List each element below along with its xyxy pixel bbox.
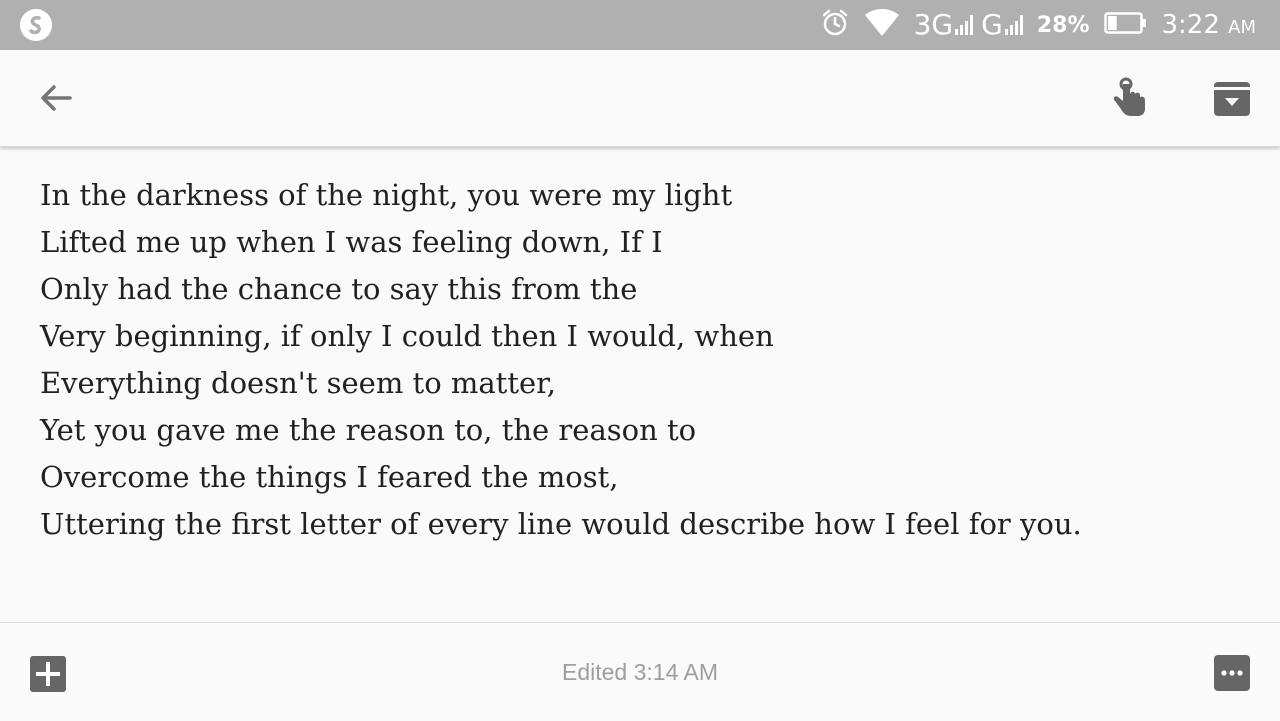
- note-line: Everything doesn't seem to matter,: [40, 366, 557, 400]
- note-line: In the darkness of the night, you were m…: [40, 178, 733, 212]
- signal-bars-icon: 3G G: [914, 11, 1023, 39]
- battery-percent: 28%: [1036, 12, 1090, 38]
- more-options-icon: [1221, 670, 1243, 676]
- pin-button[interactable]: [1102, 74, 1150, 122]
- note-line: Uttering the first letter of every line …: [40, 507, 1082, 541]
- bottom-bar: Edited 3:14 AM: [0, 622, 1280, 721]
- note-line: Overcome the things I feared the most,: [40, 460, 619, 494]
- note-line: Yet you gave me the reason to, the reaso…: [40, 413, 697, 447]
- clock-time: 3:22: [1161, 10, 1220, 40]
- battery-icon: [1103, 11, 1148, 39]
- pin-icon: [1113, 77, 1145, 116]
- note-line: Lifted me up when I was feeling down, If…: [40, 225, 663, 259]
- network-type-primary: 3G: [913, 8, 954, 41]
- clock-suffix: AM: [1228, 17, 1256, 38]
- status-indicators: 3G G 28% 3:22 AM: [820, 0, 1256, 50]
- archive-button[interactable]: [1208, 74, 1256, 122]
- edited-timestamp: Edited 3:14 AM: [562, 659, 718, 685]
- note-line: Only had the chance to say this from the: [40, 272, 638, 306]
- note-line: Very beginning, if only I could then I w…: [40, 319, 774, 353]
- wifi-icon: [864, 9, 900, 41]
- note-toolbar: [0, 50, 1280, 147]
- more-options-button[interactable]: [1214, 655, 1250, 691]
- note-body-text[interactable]: In the darkness of the night, you were m…: [40, 172, 1240, 548]
- app-notification-icon: [20, 9, 52, 41]
- network-type-secondary: G: [981, 8, 1003, 41]
- alarm-icon: [820, 8, 850, 42]
- clock: 3:22 AM: [1162, 10, 1257, 40]
- status-bar: 3G G 28% 3:22 AM: [0, 0, 1280, 50]
- archive-icon: [1214, 82, 1250, 116]
- back-arrow-icon: [41, 85, 72, 111]
- back-button[interactable]: [32, 74, 80, 122]
